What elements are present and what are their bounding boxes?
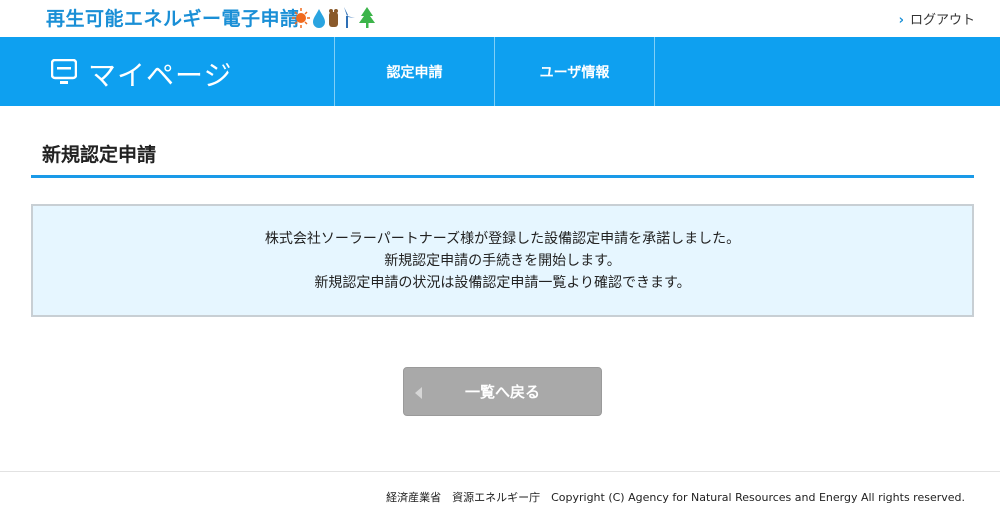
footer-copyright: Copyright (C) Agency for Natural Resourc… [551,491,965,504]
back-to-list-button[interactable]: 一覧へ戻る [403,367,602,416]
footer: 経済産業省 資源エネルギー庁 Copyright (C) Agency for … [386,489,965,505]
monitor-icon [51,59,77,84]
footer-agency: 経済産業省 資源エネルギー庁 [386,491,541,504]
site-title[interactable]: 再生可能エネルギー電子申請 [46,4,300,31]
message-line: 新規認定申請の状況は設備認定申請一覧より確認できます。 [314,274,691,291]
message-line: 株式会社ソーラーパートナーズ様が登録した設備認定申請を承諾しました。 [264,230,741,247]
tab-certification-application[interactable]: 認定申請 [335,37,495,106]
message-box: 株式会社ソーラーパートナーズ様が登録した設備認定申請を承諾しました。 新規認定申… [31,204,974,317]
chevron-right-icon: › [898,13,904,28]
page-title: 新規認定申請 [31,140,974,178]
footer-divider [0,471,1000,472]
main-nav: マイページ 認定申請 ユーザ情報 [0,37,1000,106]
top-bar: 再生可能エネルギー電子申請 › ログアウト [0,0,1000,37]
logout-link[interactable]: › ログアウト [899,9,975,28]
message-line: 新規認定申請の手続きを開始します。 [384,252,621,269]
nav-mypage[interactable]: マイページ [0,37,335,106]
triangle-left-icon [415,387,422,399]
back-button-label: 一覧へ戻る [464,383,540,401]
renewable-mascots-icon [292,7,375,28]
tab-user-info[interactable]: ユーザ情報 [495,37,655,106]
mypage-label: マイページ [88,59,233,92]
logout-label: ログアウト [909,13,975,28]
